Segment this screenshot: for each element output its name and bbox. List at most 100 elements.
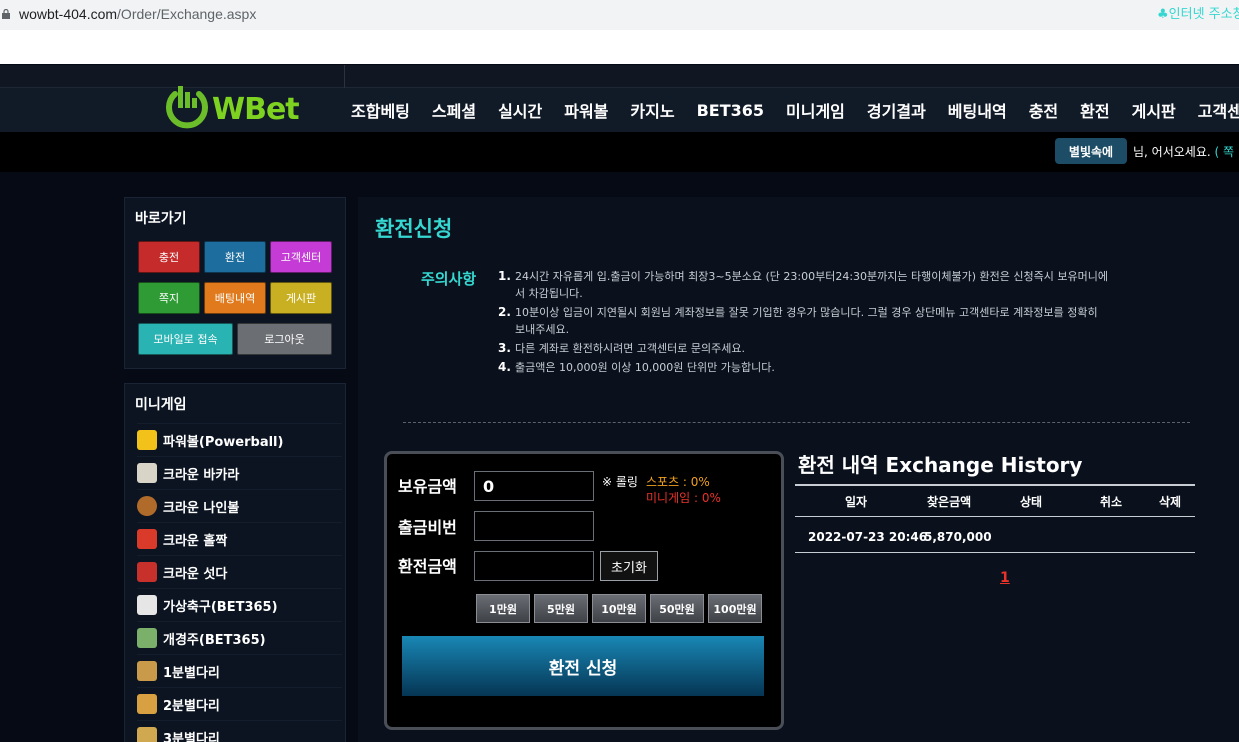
amount-50k-button[interactable]: 5만원 [534, 594, 588, 623]
mobile-access-button[interactable]: 모바일로 접속 [138, 323, 233, 355]
quick-links-title: 바로가기 [135, 211, 187, 227]
caution-number: 4. [498, 360, 511, 374]
nav-bet365[interactable]: BET365 [686, 101, 775, 120]
nav-special[interactable]: 스페셜 [421, 98, 487, 122]
section-divider [403, 422, 1190, 423]
minigame-label: 2분별다리 [163, 698, 220, 714]
crown-nineball-icon [137, 496, 157, 516]
notice-text: ♣인터넷 주소창 [1157, 7, 1239, 22]
reset-button[interactable]: 초기화 [600, 551, 658, 581]
col-amount: 찾은금액 [927, 495, 972, 509]
logo-text: WBet [212, 92, 300, 127]
nav-casino[interactable]: 카지노 [619, 98, 685, 122]
url-text[interactable]: wowbt-404.com/Order/Exchange.aspx [19, 6, 256, 22]
caution-item: 1. 24시간 자유롭게 입.출금이 가능하며 최장3~5분소요 (단 23:0… [498, 268, 1108, 302]
minigame-label: 개경주(BET365) [163, 632, 266, 648]
quick-deposit-button[interactable]: 충전 [138, 241, 200, 273]
quick-support-button[interactable]: 고객센터 [270, 241, 332, 273]
virtual-soccer-icon [137, 595, 157, 615]
ladder-1min-icon [137, 661, 157, 681]
amount-500k-button[interactable]: 50만원 [650, 594, 704, 623]
balance-label: 보유금액 [398, 477, 457, 496]
exchange-submit-button[interactable]: 환전 신청 [402, 636, 764, 696]
col-cancel: 취소 [1100, 495, 1123, 509]
page-title: 환전신청 [375, 217, 453, 241]
minigame-ladder-3min[interactable]: 3분별다리 [137, 720, 342, 742]
rolling-label: ※ 롤링 [602, 475, 638, 489]
powerball-icon [137, 430, 157, 450]
quick-board-button[interactable]: 게시판 [270, 282, 332, 314]
row-date: 2022-07-23 20:46 [808, 530, 928, 544]
history-header-border [795, 516, 1195, 517]
caution-title: 주의사항 [421, 270, 477, 288]
caution-item: 2. 10분이상 입금이 지연될시 회원님 계좌정보를 잘못 기입한 경우가 많… [498, 304, 1108, 338]
caution-number: 2. [498, 305, 511, 319]
caution-number: 3. [498, 341, 511, 355]
quick-message-button[interactable]: 쪽지 [138, 282, 200, 314]
caution-list: 1. 24시간 자유롭게 입.출금이 가능하며 최장3~5분소요 (단 23:0… [498, 268, 1108, 378]
exchange-amount-input[interactable] [474, 551, 594, 581]
address-bar[interactable]: wowbt-404.com/Order/Exchange.aspx [0, 0, 1239, 30]
minigame-crown-seotda[interactable]: 크라운 섯다 [137, 555, 342, 588]
amount-10k-button[interactable]: 1만원 [476, 594, 530, 623]
nav-minigame[interactable]: 미니게임 [775, 98, 856, 122]
minigame-dog-race[interactable]: 개경주(BET365) [137, 621, 342, 654]
minigame-label: 크라운 홀짝 [163, 533, 228, 549]
nav-support[interactable]: 고객센터 [1187, 98, 1239, 122]
ladder-2min-icon [137, 694, 157, 714]
nav-results[interactable]: 경기결과 [856, 98, 937, 122]
main-nav: 조합베팅 스페셜 실시간 파워볼 카지노 BET365 미니게임 경기결과 베팅… [340, 88, 1239, 132]
greeting: 님, 어서오세요. ( 쪽 [1133, 143, 1234, 160]
minigame-ladder-1min[interactable]: 1분별다리 [137, 654, 342, 687]
divider [344, 65, 345, 88]
minigame-crown-nineball[interactable]: 크라운 나인볼 [137, 489, 342, 522]
browser-chrome: wowbt-404.com/Order/Exchange.aspx [0, 0, 1239, 64]
quick-bet-history-button[interactable]: 배팅내역 [204, 282, 266, 314]
nav-bet-history[interactable]: 베팅내역 [937, 98, 1018, 122]
rolling-minigame: 미니게임 : 0% [646, 491, 721, 505]
nav-combo-betting[interactable]: 조합베팅 [340, 98, 421, 122]
caution-text: 24시간 자유롭게 입.출금이 가능하며 최장3~5분소요 (단 23:00부터… [515, 270, 1108, 300]
password-label: 출금비번 [398, 518, 457, 537]
nav-board[interactable]: 게시판 [1121, 98, 1187, 122]
minigame-title: 미니게임 [135, 397, 187, 413]
amount-1m-button[interactable]: 100만원 [708, 594, 762, 623]
crown-oddeven-icon [137, 529, 157, 549]
nav-powerball[interactable]: 파워볼 [553, 98, 619, 122]
minigame-label: 크라운 나인볼 [163, 500, 240, 516]
amount-100k-button[interactable]: 10만원 [592, 594, 646, 623]
col-status: 상태 [1020, 495, 1043, 509]
nav-deposit[interactable]: 충전 [1018, 98, 1069, 122]
caution-item: 4. 출금액은 10,000원 이상 10,000원 단위만 가능합니다. [498, 359, 1108, 376]
pagination-page-1[interactable]: 1 [1000, 570, 1010, 586]
user-bar [0, 132, 1239, 172]
caution-text: 10분이상 입금이 지연될시 회원님 계좌정보를 잘못 기입한 경우가 많습니다… [515, 306, 1098, 336]
site-logo[interactable]: WBet [165, 82, 300, 134]
logout-button[interactable]: 로그아웃 [237, 323, 332, 355]
caution-number: 1. [498, 269, 511, 283]
user-name-badge[interactable]: 별빛속에 [1055, 138, 1127, 164]
quick-exchange-button[interactable]: 환전 [204, 241, 266, 273]
minigame-powerball[interactable]: 파워볼(Powerball) [137, 423, 342, 456]
amount-label: 환전금액 [398, 557, 457, 576]
col-delete: 삭제 [1159, 495, 1182, 509]
minigame-label: 크라운 바카라 [163, 467, 240, 483]
dog-race-icon [137, 628, 157, 648]
withdraw-password-input[interactable] [474, 511, 594, 541]
minigame-label: 파워볼(Powerball) [163, 434, 284, 450]
nav-exchange[interactable]: 환전 [1069, 98, 1120, 122]
history-top-border [795, 484, 1195, 486]
caution-text: 출금액은 10,000원 이상 10,000원 단위만 가능합니다. [515, 361, 775, 374]
message-link[interactable]: ( 쪽 [1215, 145, 1235, 159]
crown-seotda-icon [137, 562, 157, 582]
minigame-ladder-2min[interactable]: 2분별다리 [137, 687, 342, 720]
nav-live[interactable]: 실시간 [487, 98, 553, 122]
ladder-3min-icon [137, 727, 157, 742]
history-row-border [795, 552, 1195, 553]
minigame-crown-baccarat[interactable]: 크라운 바카라 [137, 456, 342, 489]
minigame-virtual-soccer[interactable]: 가상축구(BET365) [137, 588, 342, 621]
caution-text: 다른 계좌로 환전하시려면 고객센터로 문의주세요. [515, 342, 746, 355]
row-amount: 5,870,000 [924, 530, 992, 544]
minigame-label: 크라운 섯다 [163, 566, 228, 582]
minigame-crown-oddeven[interactable]: 크라운 홀짝 [137, 522, 342, 555]
